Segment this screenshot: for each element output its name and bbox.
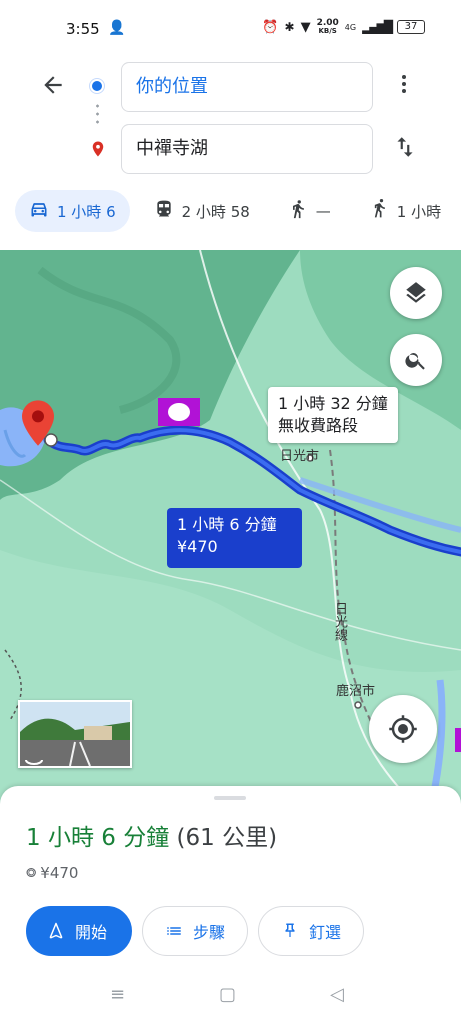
netspeed: 2.00 KB/S: [317, 19, 339, 36]
alarm-icon: ⏰: [262, 19, 279, 35]
mode-transit[interactable]: 2 小時 58: [140, 190, 264, 232]
destination-field[interactable]: 中禪寺湖: [121, 124, 373, 174]
status-time: 3:55: [66, 20, 100, 38]
map[interactable]: 1 小時 32 分鐘 無收費路段 1 小時 6 分鐘 ¥470 日光市 日光線 …: [0, 250, 461, 810]
directions-header: 你的位置 中禪寺湖 1 小時 6 2 小時 58 — 1 小時: [0, 58, 461, 250]
travel-modes: 1 小時 6 2 小時 58 — 1 小時: [0, 190, 461, 240]
origin-dot-icon: [90, 79, 104, 93]
toll-sticker-icon[interactable]: [158, 398, 200, 426]
route-dots: [96, 102, 99, 128]
mode-walking-label: —: [315, 202, 331, 220]
swap-icon[interactable]: [392, 134, 418, 166]
location-icon: ▼: [300, 19, 311, 35]
search-button[interactable]: [390, 334, 442, 386]
status-bar: 3:55 👤 ⏰ ✱ ▼ 2.00 KB/S 4G ▂▄▆█ 37: [0, 0, 461, 58]
alt-route-callout[interactable]: 1 小時 32 分鐘 無收費路段: [268, 387, 398, 443]
signal-icon: ▂▄▆█: [362, 20, 393, 34]
mode-rideshare-label: 1 小時: [396, 202, 442, 221]
train-icon: [154, 199, 174, 223]
map-label-nikko-line: 日光線: [332, 602, 347, 641]
search-icon: [405, 353, 425, 370]
more-options-icon[interactable]: [394, 72, 414, 102]
steps-label: 步驟: [193, 923, 226, 942]
pin-button[interactable]: 釘選: [258, 906, 365, 956]
person-add-icon: 👤: [108, 20, 126, 36]
pin-label: 釘選: [309, 923, 342, 942]
walk-icon: [288, 199, 308, 223]
bluetooth-icon: ✱: [284, 20, 295, 34]
layers-button[interactable]: [390, 267, 442, 319]
mode-rideshare[interactable]: 1 小時: [355, 190, 455, 232]
system-nav-bar: ≡ ▢ ◁: [0, 982, 461, 1012]
route-summary: 1 小時 6 分鐘 (61 公里): [26, 818, 277, 852]
route-distance: (61 公里): [176, 825, 278, 851]
route-summary-sheet[interactable]: 1 小時 6 分鐘 (61 公里) ⭗ ¥470 開始 步驟 釘選 ≡ ▢ ◁: [0, 786, 461, 1024]
rideshare-icon: [369, 199, 389, 223]
street-view-thumbnail[interactable]: [18, 700, 132, 768]
layers-icon: [406, 282, 426, 303]
destination-marker-icon[interactable]: [22, 400, 54, 450]
my-location-button[interactable]: [369, 695, 437, 763]
start-label: 開始: [75, 923, 108, 942]
back-nav-icon[interactable]: ◁: [330, 984, 344, 1005]
destination-pin-icon: [89, 138, 107, 164]
car-icon: [29, 199, 49, 223]
main-route-time: 1 小時 6 分鐘: [177, 515, 277, 534]
home-icon[interactable]: ▢: [219, 984, 236, 1005]
recent-apps-icon[interactable]: ≡: [110, 984, 125, 1005]
main-route-fare: ¥470: [177, 537, 218, 556]
netspeed-unit: KB/S: [318, 27, 337, 35]
mode-driving-label: 1 小時 6: [57, 202, 116, 221]
battery-icon: 37: [397, 20, 425, 34]
map-label-nikko: 日光市: [280, 449, 320, 464]
map-label-kanuma: 鹿沼市: [336, 684, 376, 699]
main-route-callout[interactable]: 1 小時 6 分鐘 ¥470: [167, 508, 302, 568]
origin-field[interactable]: 你的位置: [121, 62, 373, 112]
mode-driving[interactable]: 1 小時 6: [15, 190, 130, 232]
action-buttons: 開始 步驟 釘選: [26, 906, 365, 956]
mode-transit-label: 2 小時 58: [181, 202, 250, 221]
start-button[interactable]: 開始: [26, 906, 132, 956]
pushpin-icon: [285, 923, 295, 937]
toll-info: ⭗ ¥470: [26, 864, 78, 882]
mode-walking[interactable]: —: [274, 190, 345, 232]
toll-amount: ¥470: [40, 864, 79, 882]
drag-handle[interactable]: [214, 796, 246, 800]
crosshair-icon: [389, 715, 417, 743]
list-icon: [167, 927, 181, 935]
toll-icon: ⭗: [26, 865, 37, 881]
navigation-arrow-icon: [49, 922, 63, 939]
steps-button[interactable]: 步驟: [142, 906, 249, 956]
route-duration: 1 小時 6 分鐘: [26, 825, 170, 851]
alt-route-time: 1 小時 32 分鐘: [278, 394, 388, 413]
back-arrow-icon[interactable]: [40, 72, 72, 104]
status-icons: ⏰ ✱ ▼ 2.00 KB/S 4G ▂▄▆█ 37: [262, 19, 425, 35]
alt-route-note: 無收費路段: [278, 416, 359, 435]
toll-sticker-edge-icon: [455, 728, 461, 752]
network-type: 4G: [344, 22, 357, 32]
